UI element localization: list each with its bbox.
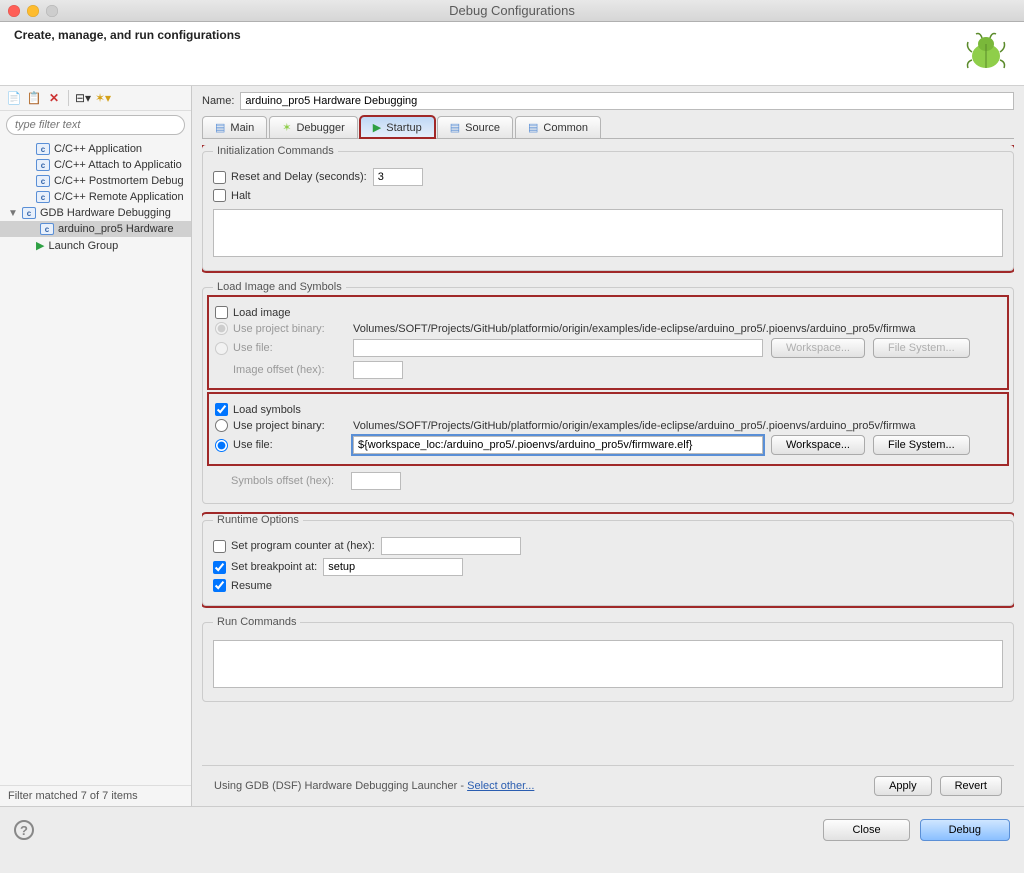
set-breakpoint-input[interactable] [323,558,463,576]
symbols-offset-input [351,472,401,490]
c-badge-icon: c [22,207,36,219]
tree-item-gdb-hw[interactable]: ▼cGDB Hardware Debugging [0,205,191,221]
close-button[interactable]: Close [823,819,909,841]
image-workspace-button: Workspace... [771,338,865,358]
dialog-footer: ? Close Debug [0,806,1024,853]
load-symbols-checkbox[interactable] [215,403,228,416]
load-symbols-section: Load symbols Use project binary:Volumes/… [207,392,1009,466]
c-badge-icon: c [40,223,54,235]
symbols-offset-label: Symbols offset (hex): [213,475,343,487]
image-filesystem-button: File System... [873,338,970,358]
header-subtitle: Create, manage, and run configurations [14,28,241,42]
help-icon[interactable]: ? [14,820,34,840]
tree-item-cpp-app[interactable]: cC/C++ Application [0,141,191,157]
init-commands-textarea[interactable] [213,209,1003,257]
reset-delay-checkbox[interactable] [213,171,226,184]
runtime-options-group: Runtime Options Set program counter at (… [202,514,1014,606]
tab-content: Initialization Commands Reset and Delay … [202,145,1014,765]
revert-button[interactable]: Revert [940,776,1002,796]
titlebar: Debug Configurations [0,0,1024,22]
symbols-use-file-radio[interactable] [215,439,228,452]
init-legend: Initialization Commands [213,145,338,157]
window-title: Debug Configurations [0,3,1024,18]
runcmd-legend: Run Commands [213,616,300,628]
c-badge-icon: c [36,159,50,171]
main: 📄 📋 ✕ ⊟▾ ✶▾ cC/C++ Application cC/C++ At… [0,86,1024,806]
play-icon: ▶ [36,239,44,252]
image-offset-input [353,361,403,379]
runtime-legend: Runtime Options [213,514,303,526]
new-config-icon[interactable]: 📄 [6,90,22,106]
image-use-file-radio [215,342,228,355]
collapse-icon[interactable]: ⊟▾ [75,90,91,106]
resume-checkbox[interactable] [213,579,226,592]
load-legend: Load Image and Symbols [213,281,346,293]
apply-button[interactable]: Apply [874,776,932,796]
load-group: Load Image and Symbols Load image Use pr… [202,281,1014,504]
run-commands-group: Run Commands [202,616,1014,702]
tab-common[interactable]: ▤Common [515,116,601,138]
header: Create, manage, and run configurations [0,22,1024,86]
expand-arrow-icon[interactable]: ▼ [8,208,18,219]
symbols-project-binary-radio[interactable] [215,419,228,432]
filter-input[interactable] [6,115,185,135]
sidebar: 📄 📋 ✕ ⊟▾ ✶▾ cC/C++ Application cC/C++ At… [0,86,192,806]
tree-item-cpp-postmortem[interactable]: cC/C++ Postmortem Debug [0,173,191,189]
symbols-filesystem-button[interactable]: File System... [873,435,970,455]
startup-tab-icon: ▶ [373,121,381,134]
halt-row: Halt [213,189,251,202]
name-row: Name: [202,92,1014,110]
debugger-tab-icon: ✶ [282,121,291,134]
main-tab-icon: ▤ [215,121,225,134]
symbols-workspace-button[interactable]: Workspace... [771,435,865,455]
tree-item-cpp-remote[interactable]: cC/C++ Remote Application [0,189,191,205]
tab-source[interactable]: ▤Source [437,116,513,138]
symbols-binary-path: Volumes/SOFT/Projects/GitHub/platformio/… [353,420,1001,432]
filter-icon[interactable]: ✶▾ [95,90,111,106]
delete-config-icon[interactable]: ✕ [46,90,62,106]
config-panel: Name: ▤Main ✶Debugger ▶Startup ▤Source ▤… [192,86,1024,806]
run-commands-textarea[interactable] [213,640,1003,688]
set-pc-checkbox[interactable] [213,540,226,553]
tab-startup[interactable]: ▶Startup [360,116,435,138]
tree-item-cpp-attach[interactable]: cC/C++ Attach to Applicatio [0,157,191,173]
name-label: Name: [202,95,234,107]
sidebar-toolbar: 📄 📋 ✕ ⊟▾ ✶▾ [0,86,191,111]
bug-icon [962,28,1010,79]
image-project-binary-radio [215,322,228,335]
tree-item-arduino-pro5[interactable]: carduino_pro5 Hardware [0,221,191,237]
tab-debugger[interactable]: ✶Debugger [269,116,358,138]
tab-main[interactable]: ▤Main [202,116,267,138]
reset-delay-input[interactable] [373,168,423,186]
launcher-text: Using GDB (DSF) Hardware Debugging Launc… [214,780,534,792]
select-launcher-link[interactable]: Select other... [467,780,534,792]
toolbar-separator [68,90,69,106]
image-offset-label: Image offset (hex): [215,364,345,376]
init-commands-group: Initialization Commands Reset and Delay … [202,145,1014,271]
tabs: ▤Main ✶Debugger ▶Startup ▤Source ▤Common [202,116,1014,139]
source-tab-icon: ▤ [450,121,460,134]
duplicate-config-icon[interactable]: 📋 [26,90,42,106]
c-badge-icon: c [36,143,50,155]
c-badge-icon: c [36,191,50,203]
load-image-checkbox[interactable] [215,306,228,319]
c-badge-icon: c [36,175,50,187]
image-binary-path: Volumes/SOFT/Projects/GitHub/platformio/… [353,323,1001,335]
tree-item-launch-group[interactable]: ▶Launch Group [0,237,191,254]
image-file-input [353,339,763,357]
reset-delay-row: Reset and Delay (seconds): [213,171,367,184]
halt-checkbox[interactable] [213,189,226,202]
load-image-section: Load image Use project binary:Volumes/SO… [207,295,1009,390]
config-tree: cC/C++ Application cC/C++ Attach to Appl… [0,139,191,256]
set-breakpoint-checkbox[interactable] [213,561,226,574]
set-pc-input[interactable] [381,537,521,555]
symbols-file-input[interactable] [353,436,763,454]
filter-status: Filter matched 7 of 7 items [0,785,191,806]
debug-button[interactable]: Debug [920,819,1010,841]
panel-footer: Using GDB (DSF) Hardware Debugging Launc… [202,765,1014,806]
common-tab-icon: ▤ [528,121,538,134]
name-input[interactable] [240,92,1014,110]
